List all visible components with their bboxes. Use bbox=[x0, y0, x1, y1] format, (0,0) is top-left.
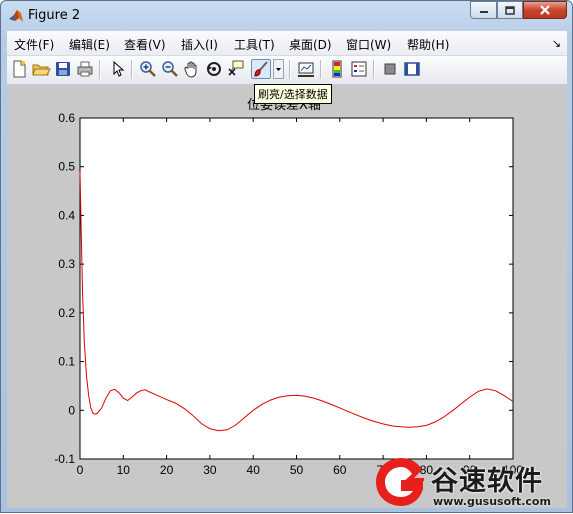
x-tick-label: 40 bbox=[247, 463, 261, 477]
x-tick-label: 0 bbox=[77, 463, 84, 477]
brush-tooltip: 刷亮/选择数据 bbox=[254, 84, 332, 104]
watermark-logo-icon bbox=[376, 458, 424, 506]
y-tick-label: 0.3 bbox=[58, 257, 75, 271]
x-tick-label: 30 bbox=[203, 463, 217, 477]
axes-background[interactable] bbox=[79, 117, 514, 460]
y-tick-label: 0.1 bbox=[58, 355, 75, 369]
watermark-url: www.gususoft.com bbox=[433, 495, 551, 508]
figure-window: Figure 2 文件(F) 编辑(E) 查看(V) 插入(I) 工具(T) 桌… bbox=[0, 0, 573, 513]
x-tick-label: 60 bbox=[333, 463, 347, 477]
watermark-text: 谷速软件 bbox=[431, 466, 543, 497]
y-tick-label: 0.2 bbox=[58, 306, 75, 320]
x-tick-label: 50 bbox=[290, 463, 304, 477]
y-tick-label: 0 bbox=[68, 403, 75, 417]
x-tick-label: 10 bbox=[117, 463, 131, 477]
y-tick-label: 0.6 bbox=[58, 111, 75, 125]
y-tick-label: 0.5 bbox=[58, 160, 75, 174]
y-tick-label: 0.4 bbox=[58, 208, 75, 222]
x-tick-label: 20 bbox=[160, 463, 174, 477]
plot-chart[interactable]: 01020304050607080901000.60.50.40.30.20.1… bbox=[1, 1, 573, 514]
y-tick-label: -0.1 bbox=[54, 452, 75, 466]
